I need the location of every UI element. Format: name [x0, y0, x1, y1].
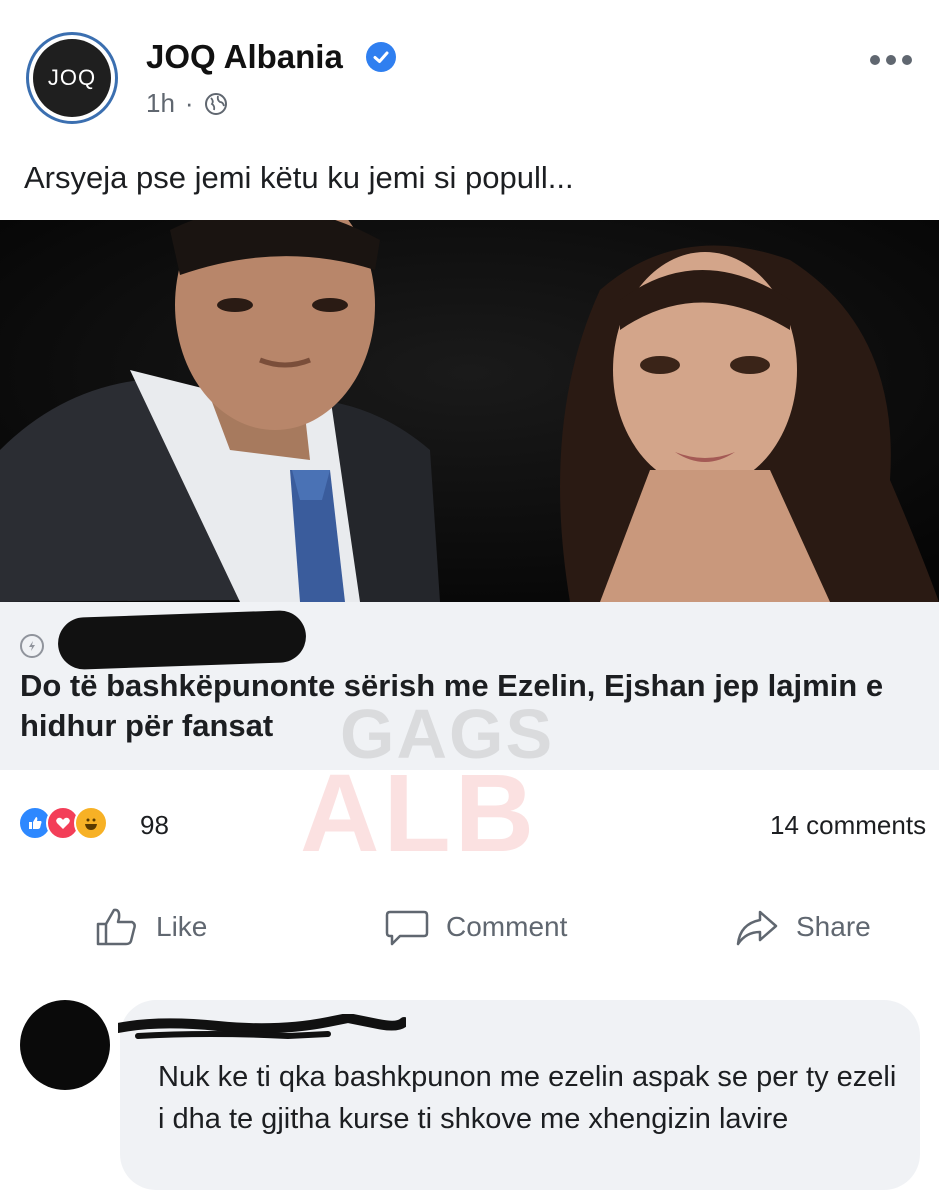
share-label: Share [796, 911, 871, 942]
meta-separator: · [184, 88, 194, 118]
commenter-avatar[interactable] [20, 1000, 110, 1090]
comment-icon [385, 910, 429, 946]
watermark-bottom: ALB [300, 752, 539, 875]
redacted-source [57, 609, 307, 671]
post-time[interactable]: 1h [146, 88, 175, 119]
comment-label: Comment [446, 911, 568, 942]
share-button[interactable]: Share [734, 904, 871, 950]
reaction-icons[interactable] [18, 806, 108, 840]
comment-text: Nuk ke ti qka bashkpunon me ezelin aspak… [158, 1061, 897, 1135]
more-options-icon[interactable] [870, 48, 918, 72]
reactions-count[interactable]: 98 [140, 810, 169, 841]
like-button[interactable]: Like [94, 904, 207, 950]
page-name[interactable]: JOQ Albania [146, 38, 343, 76]
redacted-commenter-name [118, 1014, 406, 1040]
verified-badge-icon [366, 42, 396, 72]
page-avatar[interactable]: JOQ [26, 32, 118, 124]
post-meta: 1h · [146, 88, 228, 119]
haha-icon [74, 806, 108, 840]
photo-illustration [0, 220, 939, 602]
post-text: Arsyeja pse jemi këtu ku jemi si popull.… [24, 160, 574, 195]
page-logo: JOQ [33, 39, 111, 117]
comment-button[interactable]: Comment [384, 904, 567, 950]
thumbs-up-icon [96, 908, 136, 946]
globe-icon [204, 92, 227, 115]
link-source-icon [20, 634, 44, 658]
share-icon [736, 910, 778, 946]
comments-count[interactable]: 14 comments [770, 810, 926, 841]
like-label: Like [156, 911, 208, 942]
post-photo[interactable] [0, 220, 939, 602]
